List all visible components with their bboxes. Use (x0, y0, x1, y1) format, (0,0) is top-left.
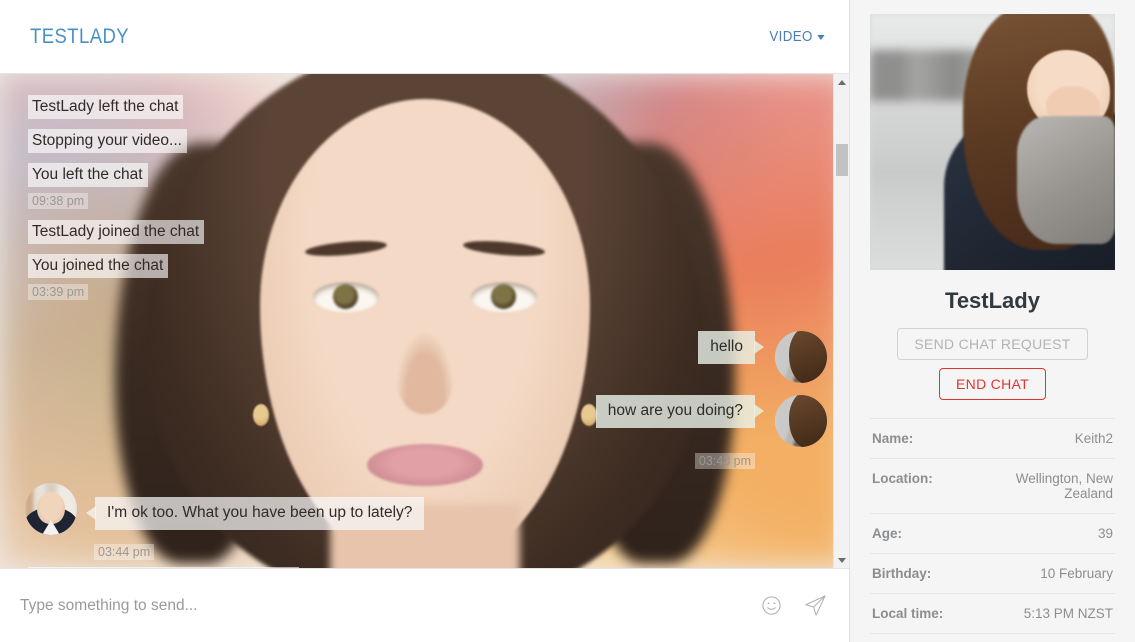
info-label: Birthday: (872, 566, 932, 581)
info-value: Wellington, New Zealand (1015, 471, 1113, 501)
system-message-row: You joined the chat (0, 249, 849, 283)
timestamp-row: 03:39 pm (0, 283, 849, 301)
smiley-icon[interactable] (761, 595, 782, 616)
profile-sidebar: TestLady SEND CHAT REQUEST END CHAT Name… (850, 0, 1135, 642)
scroll-down-arrow-icon[interactable] (834, 552, 849, 568)
profile-name: TestLady (945, 288, 1040, 313)
message-timestamp: 03:39 pm (28, 284, 89, 300)
avatar-hair (789, 395, 827, 447)
table-row: Local time: 5:13 PM NZST (870, 593, 1115, 634)
system-message: Stopping your video... (28, 129, 187, 153)
scroll-up-arrow-icon[interactable] (834, 74, 849, 90)
message-bubble[interactable]: hello (698, 331, 764, 364)
chat-application: TESTLADY VIDEO TestLady left the chat St… (0, 0, 1135, 642)
info-value: Keith2 (1074, 431, 1113, 446)
profile-photo[interactable] (870, 14, 1115, 270)
info-label: Name: (872, 431, 914, 446)
scrollbar-thumb[interactable] (836, 144, 848, 176)
system-message-row: You left the chat (0, 158, 849, 192)
header-actions: VIDEO (767, 29, 827, 45)
info-value: 5:13 PM NZST (1023, 606, 1113, 621)
testlady-avatar[interactable] (775, 331, 827, 383)
system-message-row: Stopping your video... (0, 124, 849, 158)
system-message-row: TestLady joined the chat (0, 210, 849, 249)
profile-actions: SEND CHAT REQUEST END CHAT (870, 328, 1115, 400)
chevron-down-icon (817, 35, 825, 40)
info-label: Location: (872, 471, 933, 486)
video-dropdown[interactable]: VIDEO (769, 28, 825, 45)
table-row: Name: Keith2 (870, 418, 1115, 459)
system-message: You joined the chat (28, 254, 169, 278)
timestamp-row: 03:44 pm (0, 543, 849, 561)
table-row: Birthday: 10 February (870, 553, 1115, 594)
photo-scarf (1017, 116, 1115, 245)
table-row: Location: Wellington, New Zealand (870, 458, 1115, 514)
keith2-avatar[interactable] (25, 483, 77, 535)
page-title: TESTLADY (30, 24, 130, 48)
message-list[interactable]: TestLady left the chat Stopping your vid… (0, 74, 849, 568)
system-message: TestLady joined the chat (28, 220, 205, 244)
message-bubble[interactable]: I'm ok too. What you have been up to lat… (85, 497, 425, 530)
message-row-incoming: I'm ok too. What you have been up to lat… (0, 477, 849, 541)
profile-info-table: Name: Keith2 Location: Wellington, New Z… (870, 418, 1115, 634)
system-message-row: TestLady left the chat (0, 90, 849, 124)
paper-plane-icon[interactable] (804, 594, 827, 617)
system-message-row: You accepted the video from TestLady (0, 561, 849, 568)
message-input[interactable] (20, 590, 743, 621)
message-timestamp: 03:44 pm (94, 544, 155, 560)
chat-header: TESTLADY VIDEO (0, 0, 849, 74)
send-chat-request-button[interactable]: SEND CHAT REQUEST (897, 328, 1088, 360)
timestamp-row: 09:38 pm (0, 192, 849, 210)
chat-column: TESTLADY VIDEO TestLady left the chat St… (0, 0, 850, 642)
chat-scrollbar[interactable] (833, 74, 849, 568)
timestamp-row: 03:43 pm (0, 453, 849, 469)
message-bubble[interactable]: how are you doing? (595, 395, 765, 428)
composer-actions (743, 594, 827, 617)
end-chat-button[interactable]: END CHAT (939, 368, 1046, 400)
chat-body: TestLady left the chat Stopping your vid… (0, 74, 849, 568)
avatar-head (37, 492, 65, 524)
message-row-outgoing: how are you doing? (0, 389, 849, 453)
system-message: You left the chat (28, 163, 148, 187)
info-value: 39 (1097, 526, 1113, 541)
video-dropdown-label: VIDEO (769, 28, 813, 45)
info-value: 10 February (1040, 566, 1113, 581)
avatar-hair (789, 331, 827, 383)
system-message: TestLady left the chat (28, 95, 184, 119)
info-label: Age: (872, 526, 902, 541)
message-row-outgoing: hello (0, 325, 849, 389)
testlady-avatar[interactable] (775, 395, 827, 447)
info-label: Local time: (872, 606, 944, 621)
message-timestamp: 09:38 pm (28, 193, 89, 209)
message-composer (0, 568, 849, 642)
message-timestamp: 03:43 pm (694, 453, 755, 469)
table-row: Age: 39 (870, 513, 1115, 554)
